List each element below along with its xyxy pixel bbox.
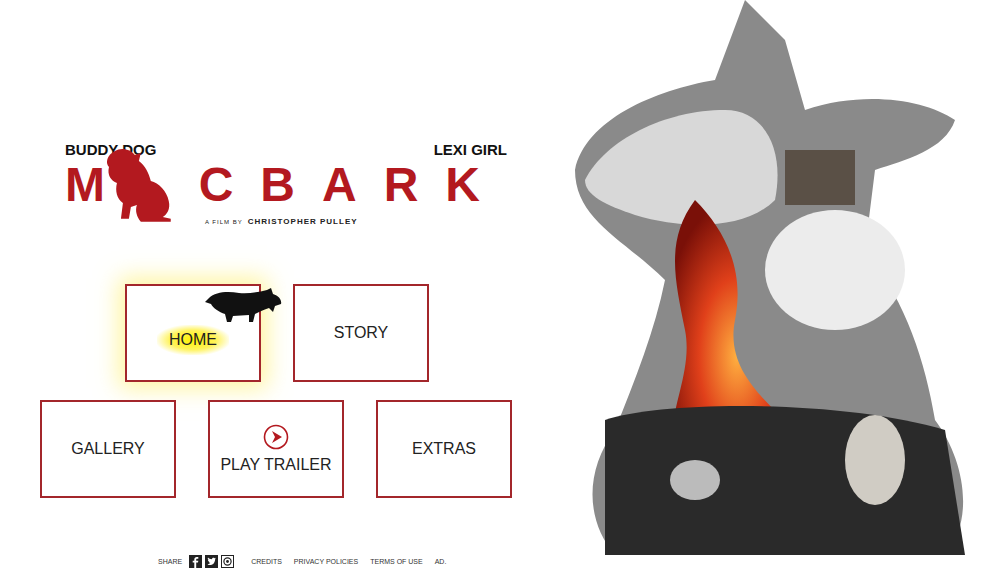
title-right: CBARK: [199, 159, 507, 211]
page: BUDDY DOGLEXI GIRLMCBARKA FILM BYCHRISTO…: [0, 0, 1000, 574]
menu-button[interactable]: EXTRAS: [376, 400, 512, 498]
menu-label: STORY: [334, 324, 389, 342]
share-label: SHARE: [158, 558, 182, 565]
main-panel: BUDDY DOGLEXI GIRLMCBARKA FILM BYCHRISTO…: [0, 0, 545, 574]
footer-link[interactable]: TERMS OF USE: [370, 558, 423, 565]
play-icon: [263, 424, 289, 450]
footer-links: CREDITS PRIVACY POLICIES TERMS OF USE AD.: [251, 558, 446, 565]
menu-label: PLAY TRAILER: [220, 456, 331, 474]
movie-title: M CBARK: [65, 153, 507, 211]
menu-label: EXTRAS: [412, 440, 476, 458]
menu-button[interactable]: STORY: [293, 284, 429, 382]
title-left: M: [65, 159, 105, 211]
menu-row: GALLERY PLAY TRAILER EXTRAS: [40, 400, 545, 498]
menu-button[interactable]: GALLERY: [40, 400, 176, 498]
title-block: BUDDY DOGLEXI GIRLMCBARKA FILM BYCHRISTO…: [65, 141, 507, 226]
poster-panel: [545, 0, 1000, 574]
director-name: CHRISTOPHER PULLEY: [248, 217, 358, 226]
footer-link[interactable]: PRIVACY POLICIES: [294, 558, 358, 565]
share-icons: [189, 555, 234, 568]
byline-prefix: A FILM BY: [205, 219, 243, 225]
dog-icon: [203, 288, 283, 322]
facebook-icon[interactable]: [189, 555, 202, 568]
menu-button[interactable]: PLAY TRAILER: [208, 400, 344, 498]
menu-button[interactable]: HOME: [125, 284, 261, 382]
poster-image: [545, 0, 1000, 560]
twitter-icon[interactable]: [205, 555, 218, 568]
email-icon[interactable]: [221, 555, 234, 568]
footer-link[interactable]: CREDITS: [251, 558, 282, 565]
footer-link[interactable]: AD.: [435, 558, 447, 565]
footer: SHARE CREDITS PRIVACY POLICIES TERMS OF USE…: [158, 555, 545, 568]
menu-row: HOME STORY: [125, 284, 545, 382]
byline: A FILM BY CHRISTOPHER PULLEY: [205, 217, 507, 226]
menu-label: HOME: [157, 325, 229, 355]
menu-label: GALLERY: [71, 440, 145, 458]
main-menu: HOME STORY GALLERY PLAY TRAILER EXTRAS: [0, 284, 545, 498]
sitting-dog-icon: [101, 145, 185, 223]
cast-right: LEXI GIRL: [434, 141, 507, 159]
